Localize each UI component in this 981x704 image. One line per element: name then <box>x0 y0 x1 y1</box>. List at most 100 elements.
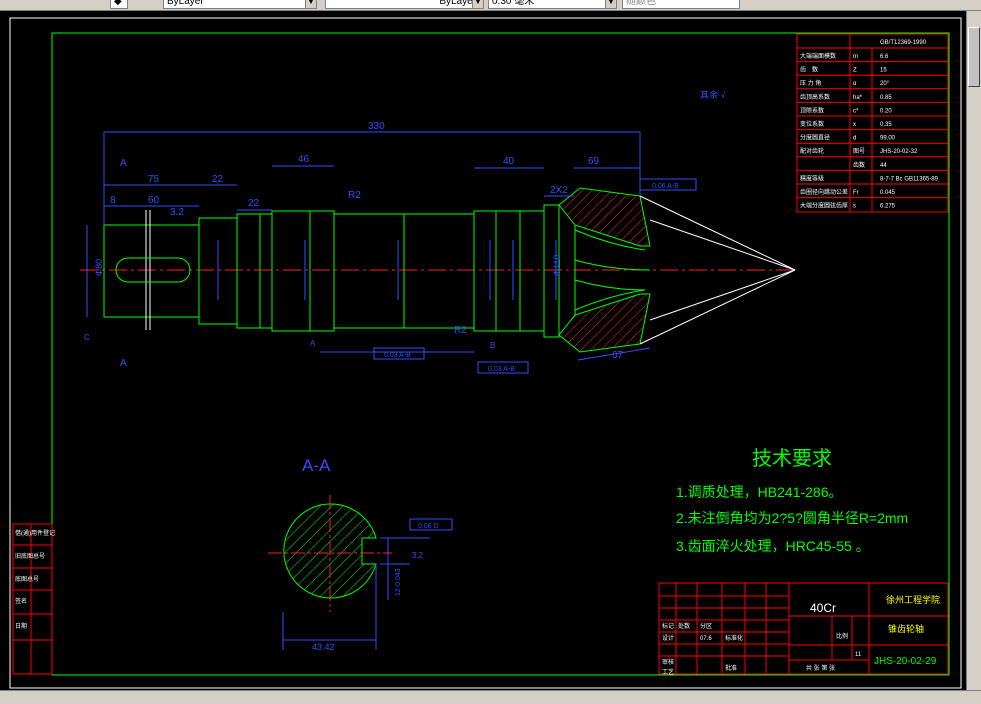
shaft-body <box>103 204 560 338</box>
strip-label-2: 旧底图总号 <box>15 552 45 560</box>
gear-table-cell: 44 <box>880 163 887 169</box>
gear-table-cell: 6.6 <box>880 54 889 60</box>
datum-c: C <box>84 333 90 342</box>
design-cell-3: 审核 <box>662 658 674 666</box>
design-cell-5: 批准 <box>725 664 737 672</box>
gear-table-cell: 变位系数 <box>800 120 824 128</box>
strip-label-5: 日期 <box>15 622 27 630</box>
dim-32: 3.2 <box>170 207 184 218</box>
gear-table-header: GB/T12369-1990 <box>880 40 927 46</box>
strip-label-3: 底图总号 <box>15 575 39 583</box>
design-cell-1: 设计 <box>662 634 674 642</box>
gear-table-cell: s <box>853 204 856 210</box>
gear-table-cell: 齿圈径向跳动公差 <box>800 188 848 196</box>
gear-table-cell: 0.85 <box>880 95 892 101</box>
design-cell-4: 工艺 <box>662 668 674 676</box>
rev-cell-1: 标记 <box>662 622 674 630</box>
gear-table-cell: 大端端面模数 <box>800 52 836 60</box>
gear-table-cell: ha* <box>853 95 863 101</box>
gear-table-cell: 0.20 <box>880 108 892 114</box>
horizontal-scrollbar[interactable] <box>0 690 981 704</box>
svg-text:0.06 A-B: 0.06 A-B <box>652 183 679 190</box>
gear-table-cell: JHS-20-02-32 <box>880 149 918 155</box>
datum-b: B <box>490 341 495 350</box>
gear-table-cell: 齿 数 <box>800 66 818 74</box>
tech-item-2: 2.未注倒角均为2?5?圆角半径R=2mm <box>676 510 908 526</box>
tolerance-frame-4: 0.06 D <box>418 523 439 530</box>
tech-requirements: 技术要求 1.调质处理，HB241-286。 2.未注倒角均为2?5?圆角半径R… <box>676 447 908 554</box>
drawing-number: JHS-20-02-29 <box>874 656 937 667</box>
dim-22a: 22 <box>212 174 224 185</box>
dim-section-width: 43.42 <box>312 642 335 652</box>
gear-table-cell: x <box>853 122 856 128</box>
dimension-lines <box>86 131 651 361</box>
gear-table-cell: 配对齿轮 <box>800 147 824 155</box>
dim-46: 46 <box>298 154 310 165</box>
svg-text:0.03 A-B: 0.03 A-B <box>384 352 411 359</box>
gear-table-cell: 顶隙系数 <box>800 106 824 114</box>
section-label: A-A <box>302 456 331 475</box>
cut-marker-top: A <box>120 158 127 169</box>
gear-table-cell: 齿顶高系数 <box>800 93 830 101</box>
gear-parameter-table: 大端端面模数 m 6.6 齿 数 Z 15 压 力 角 α 20° 齿顶高系数 ha* 0.85 顶隙系… <box>796 33 949 213</box>
gear-table-cell: 齿数 <box>853 161 865 169</box>
strip-label-4: 签名 <box>15 597 27 605</box>
gear-table-cell: 20° <box>880 81 890 87</box>
dim-total: 330 <box>368 121 385 132</box>
tolerance-frame-2: 0.03 A-B <box>373 347 425 360</box>
dim-75: 75 <box>148 174 160 185</box>
tech-item-1: 1.调质处理，HB241-286。 <box>676 484 843 500</box>
dim-section-height: 12-0.043 <box>395 568 402 596</box>
gear-table-cell: c* <box>853 108 859 114</box>
gear-table-cell: 精度等级 <box>800 174 824 182</box>
gear-table-cell: 压 力 角 <box>800 79 821 87</box>
gear-table-cell: Z <box>853 68 857 74</box>
dim-r2: R2 <box>348 190 361 201</box>
school: 徐州工程学院 <box>886 594 940 605</box>
scale-label: 比例 <box>836 632 848 640</box>
gear-table-cell: Fr <box>853 190 859 196</box>
cut-marker-bottom: A <box>120 358 127 369</box>
rev-cell-3: 分区 <box>700 622 712 630</box>
gear-table-cell: d <box>853 136 856 142</box>
dim-section-32: 3.2 <box>412 551 424 560</box>
gear-table-cell: 99.00 <box>880 136 896 142</box>
section-view: 0.06 D 43.42 3.2 12-0.043 <box>268 495 453 652</box>
tolerance-frame-3: 0.03 A-B <box>477 361 529 374</box>
gear-table-cell: 0.045 <box>880 190 896 196</box>
cad-drawing: 借(通)用件登记 旧底图总号 底图总号 签名 日期 330 75 22 22 4… <box>9 17 962 689</box>
dim-phi-110: Φ110 <box>552 254 562 276</box>
title-block: 40Cr 徐州工程学院 锥齿轮轴 JHS-20-02-29 比例 共 张 第 张… <box>658 582 949 676</box>
gear-table-cell: 分度圆直径 <box>800 134 830 142</box>
datum-a: A <box>310 339 316 348</box>
part-name: 锥齿轮轴 <box>888 623 924 634</box>
gear-table-cell: 15 <box>880 68 887 74</box>
gear-table-cell: 6.275 <box>880 204 896 210</box>
dim-8: 8 <box>110 195 116 206</box>
gear-table-cell: 8-7-7 Bc GB11365-89 <box>880 176 939 182</box>
tolerance-frame-1: 0.06 A-B <box>639 178 697 191</box>
gear-table-cell: 大端分度圆弦齿厚 <box>800 202 848 210</box>
design-cell-2: 标准化 <box>725 634 743 642</box>
qty: 11 <box>855 652 862 658</box>
gear-table-cell: m <box>853 54 858 60</box>
gear-table-cell: α <box>853 81 857 87</box>
dim-40: 40 <box>503 156 515 167</box>
sheet-label: 共 张 第 张 <box>806 664 835 672</box>
svg-text:0.03 A-B: 0.03 A-B <box>488 366 515 373</box>
strip-label-1: 借(通)用件登记 <box>15 529 55 537</box>
vertical-scroll-thumb[interactable] <box>968 27 980 87</box>
dim-67: 67 <box>612 350 624 361</box>
dim-69: 69 <box>588 156 600 167</box>
vertical-scrollbar[interactable] <box>966 11 981 690</box>
dim-phi-left: Φ80 <box>94 259 104 276</box>
dim-r2b: R2 <box>454 325 467 336</box>
rev-cell-2: 处数 <box>678 622 690 630</box>
date-cell: 07.6 <box>700 636 712 642</box>
tech-item-3: 3.齿面淬火处理，HRC45-55 。 <box>676 538 870 554</box>
material: 40Cr <box>810 601 836 615</box>
dim-22b: 22 <box>248 198 260 209</box>
outer-frame <box>9 17 962 689</box>
left-strip: 借(通)用件登记 旧底图总号 底图总号 签名 日期 <box>12 523 55 675</box>
gear-table-cell: 图号 <box>853 148 865 155</box>
